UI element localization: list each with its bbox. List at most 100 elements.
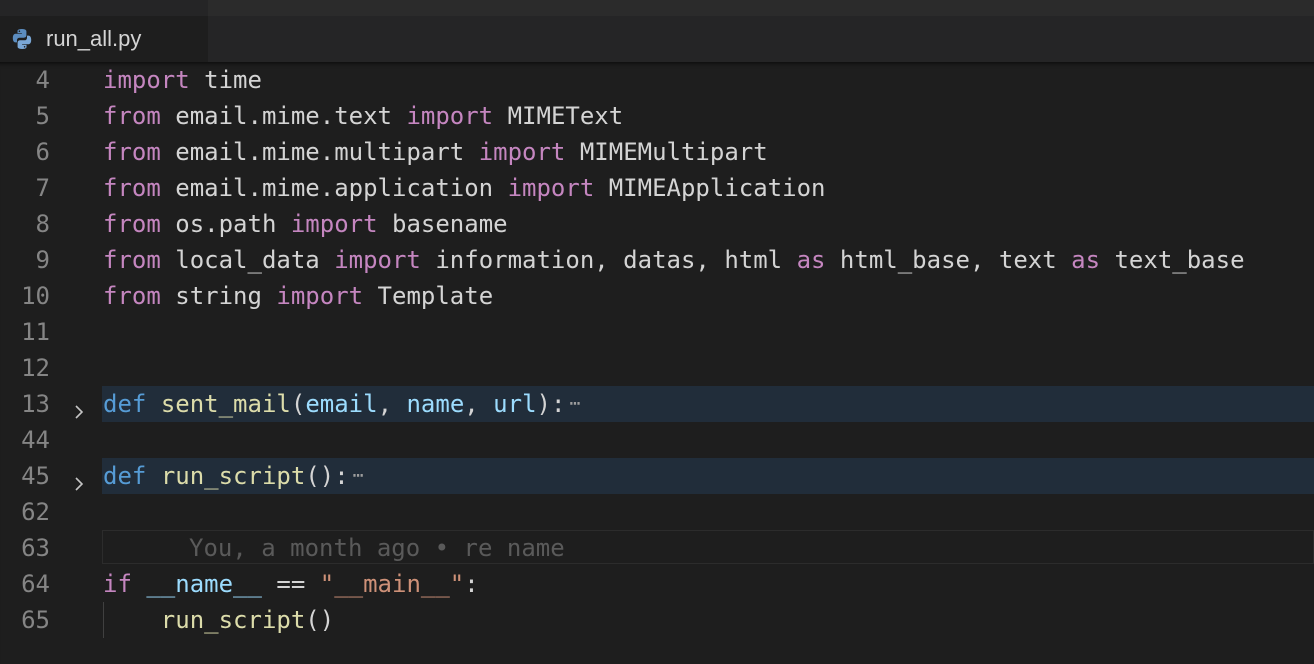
line-number: 8 xyxy=(35,210,50,238)
code-line[interactable]: 44 xyxy=(0,422,1314,458)
code-token: MIMEText xyxy=(493,102,624,130)
line-number: 45 xyxy=(21,462,50,490)
code-token: import xyxy=(334,246,421,274)
code-token: from xyxy=(103,174,161,202)
tab-bar: run_all.py xyxy=(0,0,1314,63)
code-text: from email.mime.multipart import MIMEMul… xyxy=(103,134,768,170)
code-text: from local_data import information, data… xyxy=(103,242,1245,278)
code-token: email.mime.application xyxy=(160,174,508,202)
code-token: email.mime.multipart xyxy=(160,138,479,166)
code-token: import xyxy=(290,210,378,238)
code-line[interactable]: 63 You, a month ago • re name xyxy=(0,530,1314,566)
code-token: def xyxy=(103,462,147,490)
code-text: def run_script(): ⋯ xyxy=(103,458,364,494)
code-token: run_script xyxy=(160,462,306,490)
code-line[interactable]: 10 from string import Template xyxy=(0,278,1314,314)
code-line[interactable]: 13 def sent_mail(email, name, url): ⋯ xyxy=(0,386,1314,422)
line-number: 64 xyxy=(21,570,50,598)
code-editor[interactable]: 4 import time 5 from email.mime.text import… xyxy=(0,62,1314,664)
line-number: 7 xyxy=(35,174,50,202)
code-token: , xyxy=(464,390,494,418)
line-number: 63 xyxy=(21,534,50,562)
line-number: 62 xyxy=(21,498,50,526)
code-token: os.path xyxy=(160,210,291,238)
git-blame-annotation: You, a month ago • re name xyxy=(189,534,565,562)
code-token: time xyxy=(189,66,262,94)
line-number: 65 xyxy=(21,606,50,634)
code-token: text_base xyxy=(1100,246,1245,274)
code-line[interactable]: 6 from email.mime.multipart import MIMEMu… xyxy=(0,134,1314,170)
code-token: email.mime.text xyxy=(160,102,407,130)
code-line[interactable]: 65 run_script() xyxy=(0,602,1314,638)
code-token: import xyxy=(276,282,364,310)
code-token: string xyxy=(160,282,277,310)
code-line[interactable]: 7 from email.mime.application import MIME… xyxy=(0,170,1314,206)
chevron-right-icon[interactable] xyxy=(70,467,88,491)
line-number: 10 xyxy=(21,282,50,310)
code-text: def sent_mail(email, name, url): ⋯ xyxy=(103,386,580,422)
code-token: def xyxy=(103,390,147,418)
line-number: 13 xyxy=(21,390,50,418)
code-token: == xyxy=(261,570,320,598)
folded-ellipsis-icon[interactable]: ⋯ xyxy=(353,458,364,494)
code-token: import xyxy=(478,138,566,166)
code-token: email xyxy=(305,390,378,418)
tab-label: run_all.py xyxy=(46,26,142,51)
tab-run-all-py[interactable]: run_all.py xyxy=(0,16,208,62)
code-line[interactable]: 9 from local_data import information, dat… xyxy=(0,242,1314,278)
line-number: 5 xyxy=(35,102,50,130)
code-token: information, datas, html xyxy=(420,246,797,274)
code-line[interactable]: 64 if __name__ == "__main__": xyxy=(0,566,1314,602)
code-line[interactable]: 4 import time xyxy=(0,62,1314,98)
code-token: import xyxy=(406,102,494,130)
line-number: 11 xyxy=(21,318,50,346)
code-token: basename xyxy=(377,210,508,238)
chevron-right-icon[interactable] xyxy=(70,395,88,419)
code-token: run_script xyxy=(160,606,306,634)
tab-bar-empty-area xyxy=(208,0,1314,16)
code-token: as xyxy=(1071,246,1101,274)
code-token: import xyxy=(507,174,595,202)
code-token: (): xyxy=(305,462,349,490)
line-number: 9 xyxy=(35,246,50,274)
code-text: if __name__ == "__main__": xyxy=(103,566,479,602)
code-token: from xyxy=(103,246,161,274)
code-token: as xyxy=(796,246,826,274)
code-line[interactable]: 45 def run_script(): ⋯ xyxy=(0,458,1314,494)
code-token: Template xyxy=(363,282,494,310)
code-token: , xyxy=(377,390,407,418)
folded-ellipsis-icon[interactable]: ⋯ xyxy=(569,386,580,422)
code-token: html_base, text xyxy=(825,246,1072,274)
code-text: from os.path import basename xyxy=(103,206,508,242)
line-number: 12 xyxy=(21,354,50,382)
code-token: : xyxy=(464,570,479,598)
code-line[interactable]: 8 from os.path import basename xyxy=(0,206,1314,242)
code-text: from email.mime.text import MIMEText xyxy=(103,98,623,134)
code-token: MIMEApplication xyxy=(594,174,826,202)
code-line[interactable]: 11 xyxy=(0,314,1314,350)
code-text: You, a month ago • re name xyxy=(103,530,565,566)
line-number: 44 xyxy=(21,426,50,454)
code-token: __name__ xyxy=(146,570,262,598)
line-number: 6 xyxy=(35,138,50,166)
code-token: name xyxy=(406,390,465,418)
code-line[interactable]: 5 from email.mime.text import MIMEText xyxy=(0,98,1314,134)
code-text: run_script() xyxy=(103,602,334,638)
code-text: from string import Template xyxy=(103,278,493,314)
code-token: url xyxy=(493,390,537,418)
code-token: from xyxy=(103,210,161,238)
code-token: local_data xyxy=(160,246,335,274)
code-token: from xyxy=(103,282,161,310)
code-token: "__main__" xyxy=(319,570,465,598)
code-token: ( xyxy=(290,390,306,418)
code-line[interactable]: 12 xyxy=(0,350,1314,386)
code-token: sent_mail xyxy=(160,390,291,418)
code-token: MIMEMultipart xyxy=(565,138,768,166)
code-token: ): xyxy=(536,390,566,418)
code-line[interactable]: 62 xyxy=(0,494,1314,530)
code-token: from xyxy=(103,102,161,130)
